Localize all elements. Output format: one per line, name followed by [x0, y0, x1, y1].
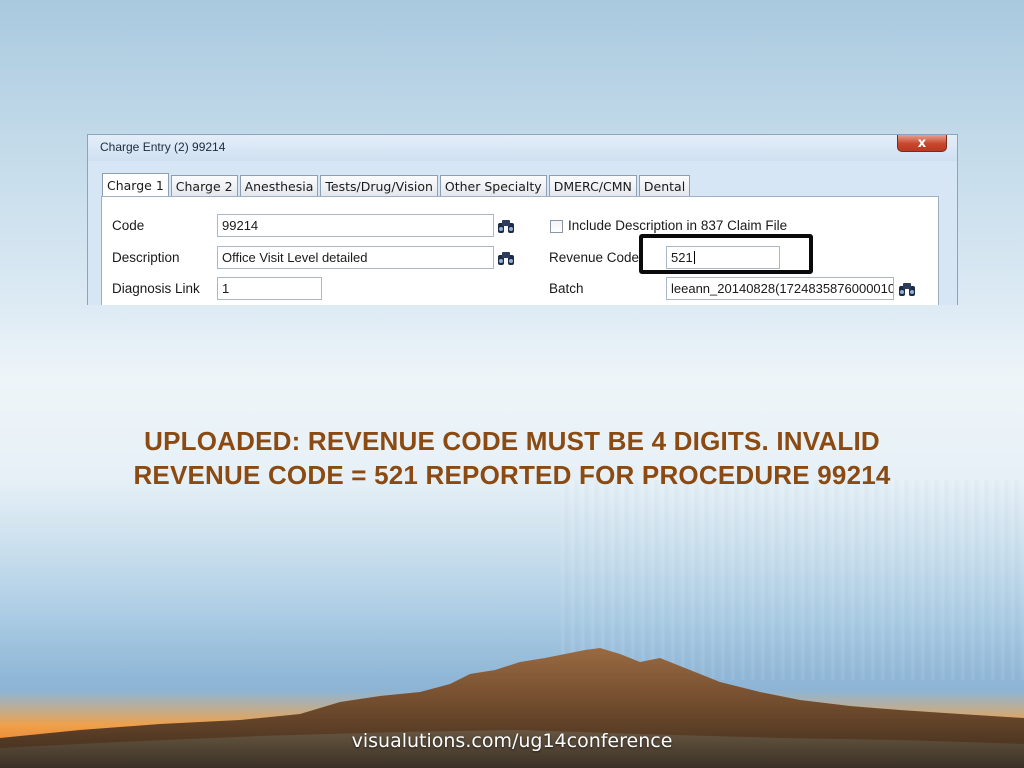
dialog-title: Charge Entry (2) 99214	[100, 140, 226, 154]
tab-other-specialty[interactable]: Other Specialty	[439, 175, 547, 196]
batch-label: Batch	[549, 281, 584, 296]
tab-anesthesia[interactable]: Anesthesia	[239, 175, 319, 196]
close-button[interactable]: x	[897, 135, 947, 152]
revenue-code-label: Revenue Code	[549, 250, 640, 265]
tab-dental[interactable]: Dental	[638, 175, 691, 196]
tab-charge-2[interactable]: Charge 2	[170, 175, 238, 196]
description-label: Description	[112, 250, 180, 265]
binoculars-icon[interactable]	[898, 280, 916, 298]
binoculars-icon[interactable]	[497, 217, 515, 235]
include-description-checkbox[interactable]	[550, 220, 563, 233]
tab-charge-1[interactable]: Charge 1	[102, 173, 169, 196]
charge-1-panel: Code 99214 Description Office Visit Leve…	[101, 196, 939, 305]
diagnosis-link-label: Diagnosis Link	[112, 281, 200, 296]
code-label: Code	[112, 218, 145, 233]
dialog-titlebar: Charge Entry (2) 99214 x	[88, 135, 957, 161]
tab-dmerc-cmn[interactable]: DMERC/CMN	[548, 175, 637, 196]
charge-entry-dialog: Charge Entry (2) 99214 x Charge 1 Charge…	[87, 134, 958, 305]
code-input[interactable]: 99214	[217, 214, 494, 237]
close-icon: x	[917, 135, 927, 151]
include-description-label: Include Description in 837 Claim File	[568, 218, 788, 233]
slide-headline: UPLOADED: REVENUE CODE MUST BE 4 DIGITS.…	[60, 424, 964, 492]
headline-line-1: UPLOADED: REVENUE CODE MUST BE 4 DIGITS.…	[144, 426, 880, 456]
headline-line-2: REVENUE CODE = 521 REPORTED FOR PROCEDUR…	[133, 460, 891, 490]
footer-url: visualutions.com/ug14conference	[351, 730, 673, 752]
tab-strip: Charge 1 Charge 2 Anesthesia Tests/Drug/…	[102, 173, 692, 197]
diagnosis-link-input[interactable]: 1	[217, 277, 322, 300]
binoculars-icon[interactable]	[497, 249, 515, 267]
slide-background: Charge Entry (2) 99214 x Charge 1 Charge…	[0, 0, 1024, 768]
batch-input[interactable]: leeann_20140828(1724835876000010	[666, 277, 894, 300]
revenue-code-highlight-box	[639, 234, 813, 274]
tab-tests-drug-vision[interactable]: Tests/Drug/Vision	[320, 175, 438, 196]
description-input[interactable]: Office Visit Level detailed	[217, 246, 494, 269]
